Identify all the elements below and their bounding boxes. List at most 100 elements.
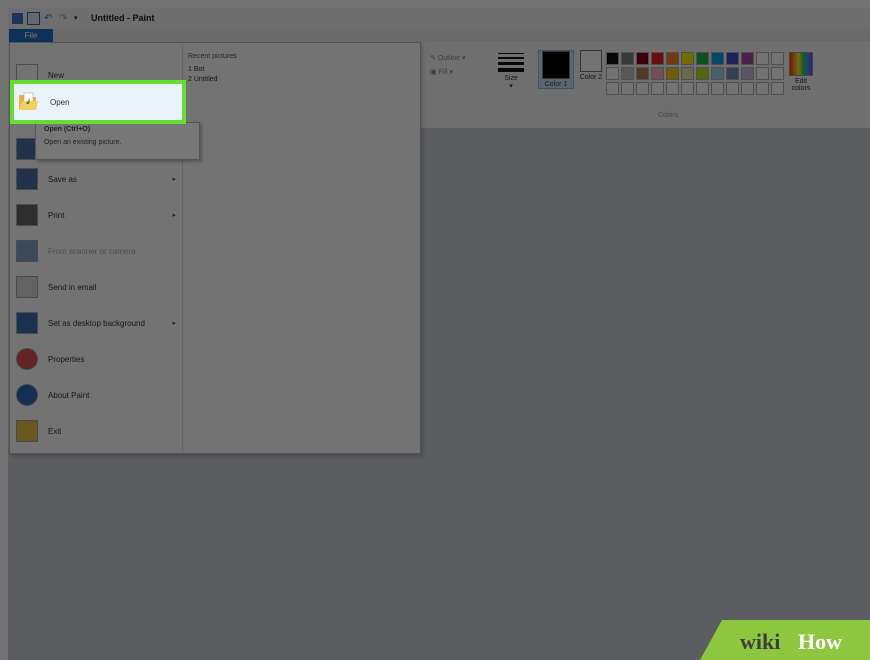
color1-label: Color 1 (544, 81, 568, 88)
wikihow-watermark: wiki How (700, 620, 870, 660)
palette-swatch[interactable] (756, 67, 769, 80)
palette-swatch[interactable] (756, 52, 769, 65)
color1-swatch (542, 51, 570, 79)
palette-swatch[interactable] (651, 82, 664, 95)
palette-swatch[interactable] (621, 82, 634, 95)
palette-swatch[interactable] (711, 52, 724, 65)
palette-swatch[interactable] (666, 52, 679, 65)
menu-item-label: Properties (48, 354, 85, 364)
customize-toolbar-icon[interactable]: ▾ (74, 13, 85, 24)
menu-item-label: Send in email (48, 282, 97, 292)
menu-item-label: Print (48, 210, 65, 220)
palette-swatch[interactable] (771, 52, 784, 65)
menu-item-label: Exit (48, 426, 62, 436)
recent-pictures: Recent pictures 1 Bot 2 Untitled (188, 53, 237, 86)
open-menu-item[interactable]: Open (10, 80, 186, 124)
open-label: Open (50, 97, 70, 107)
palette-swatch[interactable] (771, 67, 784, 80)
color2-button[interactable]: Color 2 (576, 50, 606, 81)
palette-swatch[interactable] (726, 67, 739, 80)
palette-swatch[interactable] (636, 52, 649, 65)
menu-item-label: Set as desktop background (48, 318, 145, 328)
edit-colors-icon (789, 52, 813, 76)
palette-swatch[interactable] (606, 67, 619, 80)
palette-swatch[interactable] (711, 67, 724, 80)
palette-swatch[interactable] (741, 82, 754, 95)
recent-item[interactable]: 1 Bot (188, 66, 237, 73)
menu-item-about-paint[interactable]: About Paint (10, 377, 182, 413)
menu-item-label: About Paint (48, 390, 90, 400)
edit-colors-button[interactable]: Edit colors (786, 52, 816, 92)
palette-swatch[interactable] (606, 82, 619, 95)
menu-item-from-scanner-or-camera[interactable]: From scanner or camera (10, 233, 182, 269)
tooltip-description: Open an existing picture. (44, 139, 122, 146)
print-icon (16, 204, 38, 226)
palette-swatch[interactable] (741, 67, 754, 80)
palette-swatch[interactable] (681, 52, 694, 65)
color2-label: Color 2 (579, 74, 603, 81)
file-tab[interactable]: File (9, 29, 53, 42)
menu-item-send-in-email[interactable]: Send in email (10, 269, 182, 305)
outline-button[interactable]: ✎ Outline ▾ (430, 52, 465, 66)
properties-check-icon (16, 348, 38, 370)
palette-swatch[interactable] (756, 82, 769, 95)
palette-swatch[interactable] (696, 67, 709, 80)
menu-item-label: Save as (48, 174, 77, 184)
size-button[interactable]: Size ▾ (496, 50, 526, 90)
open-folder-icon (19, 92, 38, 110)
menu-item-label: From scanner or camera (48, 246, 136, 256)
palette-swatch[interactable] (636, 67, 649, 80)
menu-item-exit[interactable]: Exit (10, 413, 182, 449)
color-palette (606, 52, 784, 95)
palette-swatch[interactable] (681, 82, 694, 95)
palette-swatch[interactable] (741, 52, 754, 65)
palette-swatch[interactable] (711, 82, 724, 95)
paint-app-icon (12, 12, 23, 24)
palette-swatch[interactable] (771, 82, 784, 95)
color2-swatch (580, 50, 602, 72)
title-bar: ↶ ↷ ▾ Untitled - Paint (8, 8, 870, 28)
desktop-background-icon (16, 312, 38, 334)
recent-pictures-header: Recent pictures (188, 53, 237, 60)
menu-item-properties[interactable]: Properties (10, 341, 182, 377)
save-quick-icon[interactable] (27, 11, 40, 25)
submenu-arrow-icon: ▸ (172, 320, 176, 327)
palette-swatch[interactable] (681, 67, 694, 80)
palette-swatch[interactable] (621, 67, 634, 80)
colors-group-label: Colors (658, 112, 679, 119)
shape-outline-fill: ✎ Outline ▾ ▣ Fill ▾ (430, 52, 465, 80)
palette-swatch[interactable] (621, 52, 634, 65)
palette-swatch[interactable] (651, 52, 664, 65)
undo-icon[interactable]: ↶ (44, 13, 55, 24)
submenu-arrow-icon: ▸ (172, 176, 176, 183)
palette-swatch[interactable] (606, 52, 619, 65)
palette-swatch[interactable] (726, 52, 739, 65)
size-lines-icon (498, 53, 524, 72)
scanner-icon (16, 240, 38, 262)
tooltip-title: Open (Ctrl+O) (44, 126, 91, 133)
open-tooltip: Open (Ctrl+O) Open an existing picture. (35, 122, 200, 160)
recent-item[interactable]: 2 Untitled (188, 76, 237, 83)
edit-colors-label: Edit colors (791, 78, 811, 92)
menu-item-print[interactable]: Print ▸ (10, 197, 182, 233)
watermark-wiki: wiki (740, 629, 780, 654)
redo-icon[interactable]: ↷ (59, 13, 70, 24)
window-title: Untitled - Paint (91, 13, 155, 23)
menu-item-save-as[interactable]: Save as ▸ (10, 161, 182, 197)
exit-icon (16, 420, 38, 442)
color1-button[interactable]: Color 1 (538, 50, 574, 89)
palette-swatch[interactable] (726, 82, 739, 95)
palette-swatch[interactable] (636, 82, 649, 95)
palette-swatch[interactable] (666, 67, 679, 80)
save-as-icon (16, 168, 38, 190)
fill-button[interactable]: ▣ Fill ▾ (430, 66, 465, 80)
palette-swatch[interactable] (696, 52, 709, 65)
menu-item-set-as-desktop-background[interactable]: Set as desktop background ▸ (10, 305, 182, 341)
palette-swatch[interactable] (666, 82, 679, 95)
email-icon (16, 276, 38, 298)
watermark-how: How (798, 629, 842, 654)
palette-swatch[interactable] (651, 67, 664, 80)
palette-swatch[interactable] (696, 82, 709, 95)
menu-item-label: New (48, 70, 65, 80)
size-dropdown-icon: ▾ (509, 83, 513, 90)
